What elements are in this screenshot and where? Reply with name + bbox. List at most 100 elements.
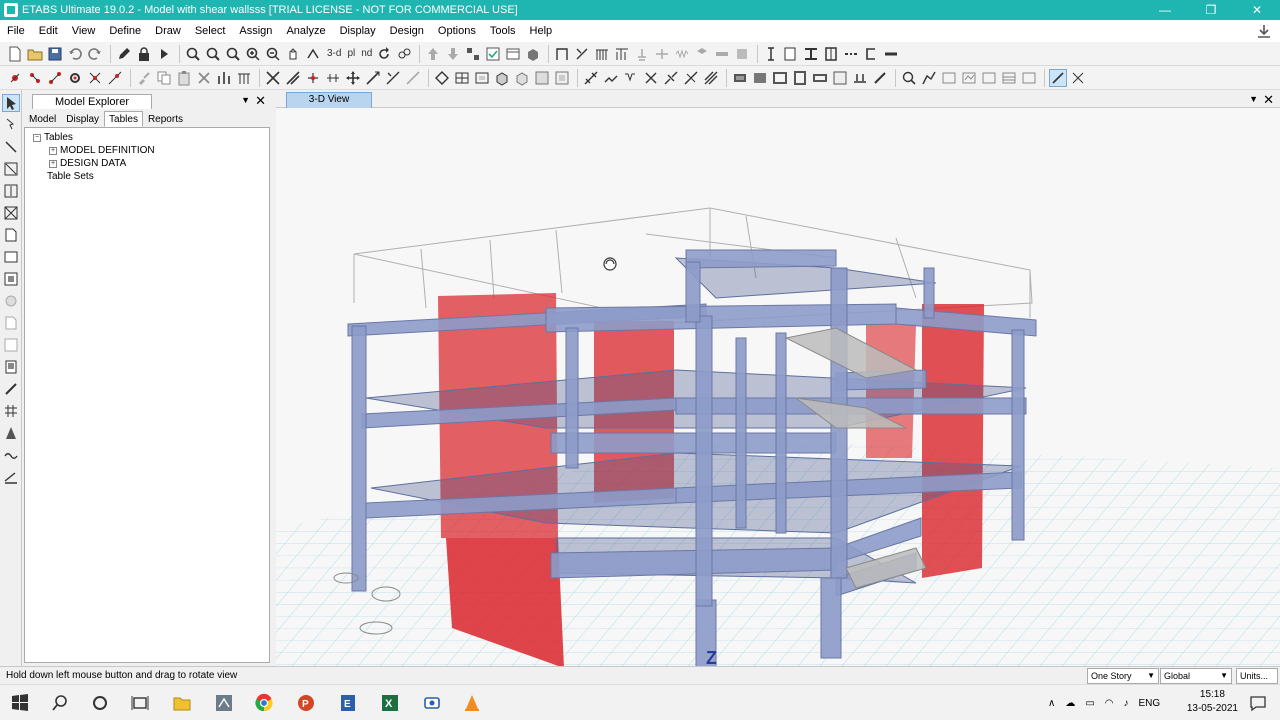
battery-icon[interactable]: ▭ [1085,698,1094,709]
etabs-active-icon[interactable]: E [336,691,360,715]
frame-load-icon[interactable] [324,69,342,87]
dimension-icon[interactable] [582,69,600,87]
draw-quick-floor-icon[interactable] [2,270,20,288]
elevation-view-label[interactable]: nd [361,48,372,59]
collapse-icon[interactable] [1069,69,1087,87]
draw-wall-stack-icon[interactable] [2,358,20,376]
slab-icon[interactable] [713,45,731,63]
tab-tables[interactable]: Tables [104,111,143,127]
file-explorer-icon[interactable] [170,691,194,715]
undo-icon[interactable] [66,45,84,63]
move-down-icon[interactable] [444,45,462,63]
notification-icon[interactable] [1246,691,1270,715]
area-quad-icon[interactable] [473,69,491,87]
viewport-dropdown-icon[interactable]: ▼ [1249,94,1258,104]
menu-view[interactable]: View [65,20,103,42]
zoom-in-icon[interactable] [244,45,262,63]
wall-stack-icon[interactable] [593,45,611,63]
grid-frame-icon[interactable] [553,45,571,63]
volume-icon[interactable]: ♪ [1124,698,1129,709]
brace-icon[interactable] [573,45,591,63]
menu-options[interactable]: Options [431,20,483,42]
draw-link-icon[interactable] [2,380,20,398]
display-options-icon[interactable] [504,45,522,63]
view-3d-label[interactable]: 3-d [327,48,341,59]
rotate-3d-icon[interactable] [304,45,322,63]
task-view-icon[interactable] [128,691,152,715]
draw-tendon-icon[interactable] [2,424,20,442]
draw-line-icon[interactable] [2,138,20,156]
story-selector[interactable]: One Story ▼ [1087,668,1159,684]
menu-assign[interactable]: Assign [232,20,279,42]
explorer-close-icon[interactable]: ✕ [255,93,266,109]
maximize-button[interactable]: ❐ [1188,0,1234,20]
camera-icon[interactable] [420,691,444,715]
beam-section-icon[interactable] [802,45,820,63]
force-diagram-icon[interactable] [940,69,958,87]
joint-restraint-icon[interactable] [633,45,651,63]
menu-analyze[interactable]: Analyze [279,20,332,42]
line-weight-icon[interactable] [882,45,900,63]
excel-icon[interactable]: X [378,691,402,715]
tree-item-model-definition[interactable]: + MODEL DEFINITION [25,144,269,157]
tendon-icon[interactable] [682,69,700,87]
tree-item-tables[interactable]: − Tables [25,131,269,144]
panel-icon[interactable] [733,45,751,63]
menu-select[interactable]: Select [188,20,233,42]
clock[interactable]: 15:18 13-05-2021 [1187,688,1238,716]
copy-props-icon[interactable] [862,45,880,63]
chrome-icon[interactable] [252,691,276,715]
reshape-icon[interactable] [2,116,20,134]
onedrive-icon[interactable]: ☁ [1065,698,1075,709]
extrude-icon[interactable] [524,45,542,63]
gear-icon[interactable] [66,69,84,87]
joint-draw-icon[interactable] [6,69,24,87]
explorer-dropdown-icon[interactable]: ▼ [241,95,250,105]
menu-edit[interactable]: Edit [32,20,65,42]
tree-item-design-data[interactable]: + DESIGN DATA [25,157,269,170]
download-icon[interactable] [1256,23,1272,39]
draw-rect-floor-icon[interactable] [2,248,20,266]
story-response-icon[interactable] [980,69,998,87]
object-shrink-icon[interactable] [464,45,482,63]
zoom-restore-icon[interactable] [204,45,222,63]
replicate-icon[interactable] [364,69,382,87]
search-icon[interactable] [48,691,72,715]
divide-icon[interactable] [404,69,422,87]
frame-section-icon[interactable] [613,45,631,63]
move-up-icon[interactable] [424,45,442,63]
redo-icon[interactable] [86,45,104,63]
column-draw-icon[interactable] [215,69,233,87]
spring-icon[interactable] [673,45,691,63]
section-cut-icon[interactable] [602,69,620,87]
coord-system-selector[interactable]: Global ▼ [1160,668,1232,684]
wall-quick-icon[interactable] [533,69,551,87]
minimize-button[interactable]: — [1142,0,1188,20]
cortana-icon[interactable] [88,691,112,715]
deform-shape-icon[interactable] [920,69,938,87]
lock-icon[interactable] [135,45,153,63]
assign-pier-icon[interactable] [791,69,809,87]
mirror-icon[interactable] [384,69,402,87]
menu-design[interactable]: Design [383,20,431,42]
assign-diaphragm-icon[interactable] [831,69,849,87]
assign-temp-icon[interactable] [871,69,889,87]
vlc-icon[interactable] [460,691,484,715]
perpendicular-snap-icon[interactable] [106,69,124,87]
expand-icon[interactable]: + [49,146,57,155]
intersection-snap-icon[interactable] [86,69,104,87]
powerpoint-icon[interactable]: P [294,691,318,715]
brace-quick-icon[interactable] [284,69,302,87]
brace-draw-icon[interactable] [264,69,282,87]
language-indicator[interactable]: ENG [1139,698,1161,709]
beam-draw-icon[interactable] [235,69,253,87]
tab-reports[interactable]: Reports [143,111,188,127]
section-dropdown-icon[interactable] [782,45,800,63]
developed-elev-icon[interactable] [662,69,680,87]
design-check-icon[interactable] [1020,69,1038,87]
reference-line-icon[interactable] [622,69,640,87]
open-icon[interactable] [26,45,44,63]
tree-item-table-sets[interactable]: Table Sets [25,170,269,183]
stress-contour-icon[interactable] [960,69,978,87]
delete-icon[interactable] [195,69,213,87]
